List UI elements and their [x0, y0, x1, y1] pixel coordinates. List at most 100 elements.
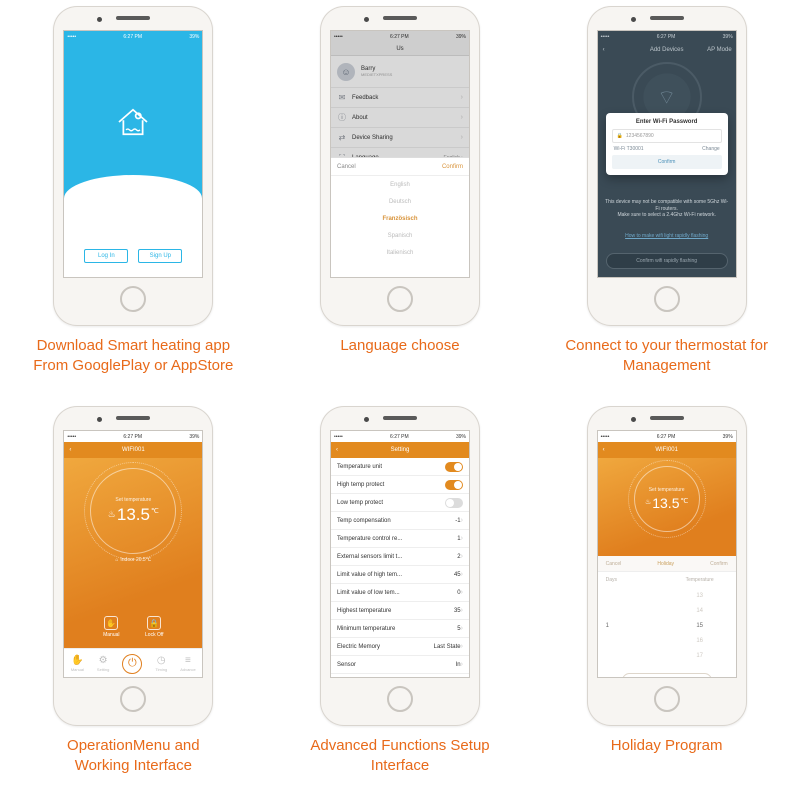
chevron-right-icon: › — [461, 553, 463, 560]
lock-icon: 🔒 — [617, 133, 623, 139]
caption: Holiday Program — [611, 736, 723, 756]
setting-row[interactable]: Electric MemoryLast State› — [331, 638, 469, 656]
home-icon: ⌂ — [115, 557, 118, 563]
nav-timing[interactable]: ◷Timing — [155, 655, 167, 672]
confirm-flash-button[interactable]: Confirm wifi rapidly flashing — [606, 253, 728, 269]
cell-settings: •••••6:27 PM39% ‹Setting Temperature uni… — [267, 400, 534, 800]
home-button[interactable] — [654, 286, 680, 312]
setting-row[interactable]: Low temp protect — [331, 494, 469, 512]
close-holiday-button[interactable]: Close Holiday Mode — [622, 673, 712, 678]
lang-option[interactable]: Italienisch — [331, 244, 469, 261]
setting-row[interactable]: Limit value of low tem...0› — [331, 584, 469, 602]
hero — [64, 42, 202, 202]
cell-language: •••••6:27 PM39% Us ☺ BarryMEDIETXPRESS ✉… — [267, 0, 534, 400]
confirm-button[interactable]: Confirm — [612, 155, 722, 169]
ap-mode-link[interactable]: AP Mode — [707, 47, 732, 53]
chevron-right-icon: › — [461, 661, 463, 668]
setting-row[interactable]: SensorIn› — [331, 656, 469, 674]
nav-power[interactable]: ⏻ — [122, 654, 142, 674]
screen-language: •••••6:27 PM39% Us ☺ BarryMEDIETXPRESS ✉… — [330, 30, 470, 278]
toggle[interactable] — [445, 480, 463, 490]
holiday-row[interactable]: 13 — [598, 588, 736, 603]
setting-row[interactable]: Temp compensation-1› — [331, 512, 469, 530]
lang-option[interactable]: Spanisch — [331, 227, 469, 244]
setting-row[interactable]: External sensors limit t...2› — [331, 548, 469, 566]
sliders-icon: ≡ — [185, 655, 191, 666]
lang-option[interactable]: English — [331, 176, 469, 193]
toggle[interactable] — [445, 498, 463, 508]
flame-icon: ♨ — [108, 509, 116, 520]
chevron-right-icon: › — [461, 535, 463, 542]
cancel-button[interactable]: Cancel — [337, 164, 356, 170]
language-picker: Cancel Confirm English Deutsch Französisc… — [331, 157, 469, 277]
screen-login: •••••6:27 PM39% Log In Sign Up — [63, 30, 203, 278]
setting-row[interactable]: High temp protect — [331, 476, 469, 494]
setting-row[interactable]: Temperature control re...1› — [331, 530, 469, 548]
compat-note: This device may not be compatible with s… — [604, 199, 730, 219]
phone-grid: •••••6:27 PM39% Log In Sign Up Download … — [0, 0, 800, 800]
page-title: ‹Add DevicesAP Mode — [598, 42, 736, 58]
password-input[interactable]: 🔒1234567890 — [612, 129, 722, 143]
help-link[interactable]: How to make wifi light rapidly flashing — [598, 233, 736, 239]
lock-icon: 🔒 — [147, 616, 161, 630]
signup-button[interactable]: Sign Up — [138, 249, 182, 263]
back-icon[interactable]: ‹ — [603, 447, 605, 453]
holiday-row[interactable]: 115 — [598, 618, 736, 633]
cancel-button[interactable]: Cancel — [606, 561, 622, 567]
bottom-nav: ✋Manual ⚙Setting ⏻ ◷Timing ≡Advance — [64, 648, 202, 678]
page-title: ‹WIFI001 — [598, 442, 736, 458]
nav-setting[interactable]: ⚙Setting — [97, 655, 109, 672]
chevron-right-icon: › — [461, 517, 463, 524]
setting-row[interactable]: Minimum temperature5› — [331, 620, 469, 638]
screen-holiday: •••••6:27 PM39% ‹WIFI001 Set temperature… — [597, 430, 737, 678]
home-button[interactable] — [120, 686, 146, 712]
home-button[interactable] — [387, 286, 413, 312]
flame-icon: ♨ — [645, 498, 651, 506]
back-icon[interactable]: ‹ — [336, 447, 338, 453]
nav-advance[interactable]: ≡Advance — [180, 655, 196, 672]
home-button[interactable] — [387, 686, 413, 712]
home-button[interactable] — [120, 286, 146, 312]
chevron-right-icon: › — [461, 589, 463, 596]
setting-row[interactable]: Limit value of high tem...45› — [331, 566, 469, 584]
clock-icon: ◷ — [157, 655, 166, 666]
hand-icon: ✋ — [71, 655, 83, 666]
lang-option-selected[interactable]: Französisch — [331, 210, 469, 227]
screen-wifi: •••••6:27 PM39% ‹Add DevicesAP Mode ⌔ En… — [597, 30, 737, 278]
setting-row[interactable]: Temperature unit — [331, 458, 469, 476]
caption: Language choose — [340, 336, 459, 356]
app-logo-icon — [112, 101, 154, 143]
chevron-right-icon: › — [461, 571, 463, 578]
screen-settings: •••••6:27 PM39% ‹Setting Temperature uni… — [330, 430, 470, 678]
temperature-dial[interactable]: Set temperature ♨13.5℃ — [634, 466, 700, 532]
wifi-modal: Enter Wi-Fi Password 🔒1234567890 Wi-Fi T… — [606, 113, 728, 175]
holiday-row[interactable]: 17 — [598, 648, 736, 663]
change-link[interactable]: Change — [702, 146, 720, 152]
holiday-row[interactable]: 16 — [598, 633, 736, 648]
temperature-dial[interactable]: Set temperature ♨13.5℃ — [90, 468, 176, 554]
setting-row[interactable]: Highest temperature35› — [331, 602, 469, 620]
login-button[interactable]: Log In — [84, 249, 128, 263]
caption: Advanced Functions SetupInterface — [310, 736, 489, 777]
back-icon[interactable]: ‹ — [69, 447, 71, 453]
lang-option[interactable]: Deutsch — [331, 193, 469, 210]
confirm-button[interactable]: Confirm — [710, 561, 728, 567]
ssid-label: Wi-Fi T30001 — [614, 146, 644, 152]
chevron-right-icon: › — [461, 607, 463, 614]
home-button[interactable] — [654, 686, 680, 712]
power-icon: ⏻ — [122, 654, 142, 674]
holiday-row[interactable]: 14 — [598, 603, 736, 618]
phone-frame: •••••6:27 PM39% Log In Sign Up — [53, 6, 213, 326]
cell-wifi: •••••6:27 PM39% ‹Add DevicesAP Mode ⌔ En… — [533, 0, 800, 400]
back-icon[interactable]: ‹ — [603, 47, 605, 53]
confirm-button[interactable]: Confirm — [442, 164, 463, 170]
caption: OperationMenu andWorking Interface — [67, 736, 200, 777]
manual-button[interactable]: ✋Manual — [103, 616, 119, 638]
cell-holiday: •••••6:27 PM39% ‹WIFI001 Set temperature… — [533, 400, 800, 800]
toggle[interactable] — [445, 462, 463, 472]
lock-button[interactable]: 🔒Lock Off — [145, 616, 164, 638]
chevron-right-icon: › — [461, 625, 463, 632]
nav-manual[interactable]: ✋Manual — [71, 655, 84, 672]
tab-holiday: Holiday — [657, 561, 674, 567]
indoor-temp: ⌂Indoor 20.5℃ — [115, 557, 151, 563]
